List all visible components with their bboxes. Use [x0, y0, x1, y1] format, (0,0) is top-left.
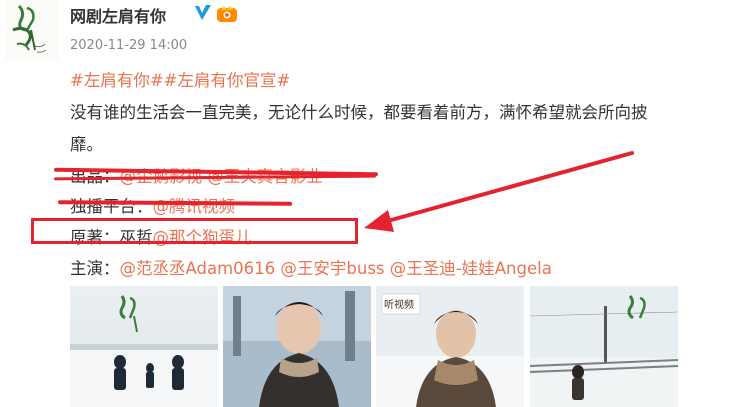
- post-image[interactable]: [70, 286, 218, 407]
- young-man-portrait-image: [223, 286, 371, 407]
- mention-link[interactable]: @王圣迪-娃娃Angela: [390, 259, 552, 278]
- post-body-line: 没有谁的生活会一直完美，无论什么时候，都要看着前方，满怀希望就会所向披: [70, 103, 648, 122]
- verified-v-icon[interactable]: [193, 4, 213, 22]
- mention-link[interactable]: @范丞丞Adam0616: [120, 259, 276, 278]
- vip-crown-icon[interactable]: [216, 3, 238, 23]
- username[interactable]: 网剧左肩有你: [70, 3, 166, 27]
- post-image[interactable]: 听视频: [376, 286, 524, 407]
- mention-link[interactable]: @腾讯视频: [153, 197, 236, 216]
- cast-label: 主演：: [70, 259, 120, 278]
- post-image[interactable]: [223, 286, 371, 407]
- mention-link[interactable]: @王安宇buss: [280, 259, 384, 278]
- snow-railway-poster-image: [530, 286, 678, 407]
- calligraphy-logo-icon: [12, 4, 47, 53]
- topic-link[interactable]: #左肩有你#: [70, 71, 164, 90]
- cast-line: 主演：@范丞丞Adam0616 @王安宇buss @王圣迪-娃娃Angela: [70, 255, 552, 279]
- post-image[interactable]: [530, 286, 678, 407]
- topic-link[interactable]: #左肩有你官宣#: [164, 71, 291, 90]
- svg-text:听视频: 听视频: [384, 298, 414, 311]
- avatar[interactable]: [5, 0, 59, 60]
- post-body-line: 靡。: [70, 135, 103, 154]
- topics-line: #左肩有你##左肩有你官宣#: [70, 67, 290, 91]
- young-man-scarf-portrait-image: 听视频: [376, 286, 524, 407]
- post-timestamp[interactable]: 2020-11-29 14:00: [70, 38, 187, 53]
- snowfield-walkers-poster-image: [70, 286, 218, 407]
- arrow-annotation-icon: [364, 151, 634, 232]
- highlight-box: [31, 218, 358, 244]
